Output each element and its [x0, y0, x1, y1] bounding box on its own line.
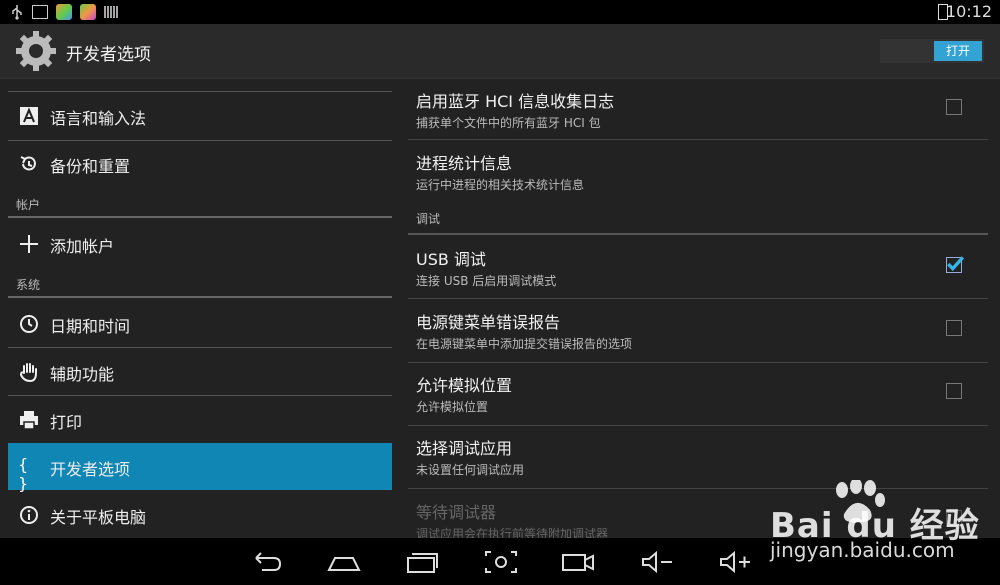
- image-icon: [32, 5, 48, 19]
- braces-icon: { }: [18, 455, 29, 493]
- language-icon: [20, 107, 38, 125]
- sidebar-item-label: 日期和时间: [50, 317, 131, 336]
- clock-time: 10:12: [945, 2, 992, 21]
- pref-power-menu-bug-report[interactable]: 电源键菜单错误报告 在电源键菜单中添加提交错误报告的选项: [408, 299, 988, 361]
- sidebar-item-date-time[interactable]: 日期和时间: [8, 300, 392, 347]
- pref-title: 选择调试应用: [416, 439, 513, 458]
- developer-options-toggle[interactable]: 打开: [880, 39, 984, 63]
- pref-summary: 允许模拟位置: [416, 400, 489, 414]
- volume-up-icon[interactable]: [718, 548, 754, 576]
- sidebar-item-label: 关于平板电脑: [50, 508, 147, 527]
- sidebar-item-backup[interactable]: 备份和重置: [8, 140, 392, 187]
- watermark-url: jingyan.baidu.com: [770, 538, 955, 562]
- checkbox[interactable]: [946, 320, 962, 336]
- section-divider: [8, 296, 392, 298]
- sidebar-item-language[interactable]: 语言和输入法: [8, 92, 392, 139]
- checkbox[interactable]: [946, 99, 962, 115]
- sidebar-item-label: 辅助功能: [50, 365, 115, 384]
- sidebar-item-label: 语言和输入法: [50, 109, 147, 128]
- pref-title: 等待调试器: [416, 503, 497, 522]
- developer-options-list: 启用蓝牙 HCI 信息收集日志 捕获单个文件中的所有蓝牙 HCI 包 进程统计信…: [408, 78, 1000, 541]
- sidebar-item-accessibility[interactable]: 辅助功能: [8, 348, 392, 395]
- sidebar-item-label: 添加帐户: [50, 237, 115, 256]
- pref-summary: 运行中进程的相关技术统计信息: [416, 178, 585, 192]
- volume-down-icon[interactable]: [640, 548, 676, 576]
- pref-title: 电源键菜单错误报告: [416, 313, 561, 332]
- hand-icon: [19, 363, 37, 383]
- pref-title: 启用蓝牙 HCI 信息收集日志: [416, 92, 615, 111]
- info-icon: [20, 506, 38, 524]
- recent-apps-icon[interactable]: [404, 548, 440, 576]
- page-title: 开发者选项: [66, 45, 151, 65]
- pref-summary: 捕获单个文件中的所有蓝牙 HCI 包: [416, 116, 601, 130]
- section-header-accounts: 帐户: [16, 198, 41, 212]
- status-bar: 10:12: [0, 0, 1000, 24]
- pref-title: 允许模拟位置: [416, 376, 513, 395]
- checkbox-checked[interactable]: [946, 256, 964, 273]
- sidebar-item-add-account[interactable]: 添加帐户: [8, 220, 392, 267]
- pref-select-debug-app[interactable]: 选择调试应用 未设置任何调试应用: [408, 425, 988, 487]
- usb-icon: [12, 5, 22, 20]
- add-icon: [20, 235, 38, 253]
- pref-summary: 在电源键菜单中添加提交错误报告的选项: [416, 337, 633, 351]
- action-bar: 开发者选项 打开: [0, 24, 1000, 79]
- sidebar-item-about-tablet[interactable]: 关于平板电脑: [8, 491, 392, 538]
- section-header-debug: 调试: [416, 212, 441, 226]
- pref-title: 进程统计信息: [416, 154, 513, 173]
- pref-process-stats[interactable]: 进程统计信息 运行中进程的相关技术统计信息: [408, 140, 988, 202]
- sidebar-item-developer-options[interactable]: { } 开发者选项: [8, 443, 392, 493]
- clock-icon: [20, 315, 38, 333]
- app-notification-icon-2: [80, 4, 96, 20]
- barcode-icon: [104, 6, 118, 18]
- section-divider: [8, 216, 392, 218]
- pref-summary: 未设置任何调试应用: [416, 463, 525, 477]
- sidebar-item-label: 打印: [50, 413, 83, 432]
- settings-sidebar: 语言和输入法 备份和重置 帐户 添加帐户 系统 日期和时间 辅助功能 打印 {…: [8, 78, 392, 538]
- section-divider: [408, 233, 988, 235]
- app-notification-icon: [56, 4, 72, 20]
- pref-usb-debugging[interactable]: USB 调试 连接 USB 后启用调试模式: [408, 236, 988, 298]
- section-header-system: 系统: [16, 278, 41, 292]
- home-icon[interactable]: [326, 548, 362, 576]
- pref-mock-locations[interactable]: 允许模拟位置 允许模拟位置: [408, 362, 988, 424]
- checkbox[interactable]: [946, 383, 962, 399]
- checkmark-icon: [947, 256, 964, 272]
- toggle-on-label: 打开: [934, 41, 982, 61]
- pref-title: USB 调试: [416, 250, 486, 269]
- screenshot-icon[interactable]: [483, 548, 519, 576]
- settings-gear-icon[interactable]: [14, 29, 58, 73]
- baidu-jingyan-watermark: Bai du 经验 jingyan.baidu.com: [770, 480, 980, 580]
- sidebar-item-label: 开发者选项: [50, 460, 131, 479]
- sidebar-item-label: 备份和重置: [50, 157, 131, 176]
- backup-icon: [20, 156, 36, 171]
- pref-bluetooth-hci-log[interactable]: 启用蓝牙 HCI 信息收集日志 捕获单个文件中的所有蓝牙 HCI 包: [408, 78, 988, 140]
- printer-icon: [20, 411, 38, 430]
- back-icon[interactable]: [248, 548, 284, 576]
- sidebar-item-print[interactable]: 打印: [8, 396, 392, 443]
- camera-icon[interactable]: [560, 548, 596, 576]
- pref-summary: 连接 USB 后启用调试模式: [416, 274, 557, 288]
